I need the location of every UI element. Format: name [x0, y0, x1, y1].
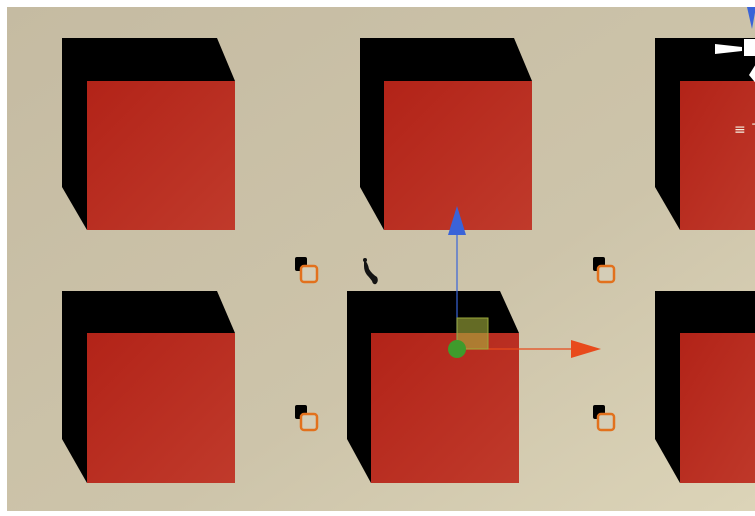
- scene-viewport[interactable]: ≡ T: [7, 7, 755, 511]
- selected-cube[interactable]: [347, 291, 519, 483]
- gizmo-center-handle[interactable]: [448, 340, 466, 358]
- cube[interactable]: [655, 291, 755, 483]
- cube[interactable]: [62, 291, 235, 483]
- cube-front-face: [371, 333, 519, 483]
- cube-front-face: [87, 333, 235, 483]
- cube-front-face: [680, 81, 755, 230]
- cube-front-face: [680, 333, 755, 483]
- orientation-label[interactable]: ≡ T: [734, 122, 755, 138]
- menu-lines-icon: ≡: [734, 122, 747, 138]
- scene-canvas[interactable]: [7, 7, 755, 511]
- cube[interactable]: [62, 38, 235, 230]
- cube[interactable]: [360, 38, 532, 230]
- cube-front-face: [384, 81, 532, 230]
- cube-front-face: [87, 81, 235, 230]
